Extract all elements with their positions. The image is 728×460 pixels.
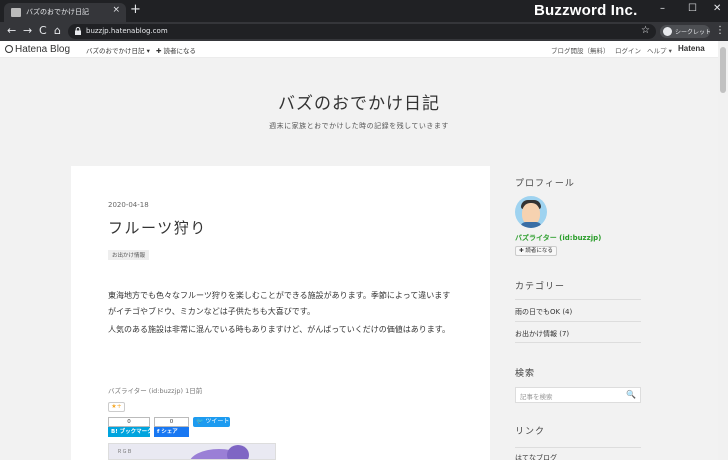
back-icon[interactable]: ←	[7, 24, 16, 38]
hatebu-button[interactable]: B! ブックマーク	[108, 427, 153, 437]
profile-heading: プロフィール	[515, 179, 575, 189]
category-item[interactable]: お出かけ情報 (7)	[515, 321, 641, 343]
new-tab-button[interactable]: +	[130, 3, 141, 17]
blog-title[interactable]: バズのおでかけ日記	[0, 89, 718, 114]
reader-button[interactable]: ✚ 読者になる	[515, 246, 557, 256]
author-line[interactable]: バズライター (id:buzzjp) 1日前	[108, 385, 202, 395]
hatena-bar: Hatena Blog バズのおでかけ日記 ▾ ✚ 読者になる ブログ開設（無料…	[0, 41, 718, 58]
profile-username[interactable]: バズライター (id:buzzjp)	[515, 233, 601, 243]
category-item[interactable]: 雨の日でもOK (4)	[515, 299, 641, 321]
facebook-share[interactable]: 0 f シェア	[154, 417, 189, 437]
scrollbar-thumb[interactable]	[720, 47, 726, 93]
subscribe-button[interactable]: ✚ 読者になる	[156, 45, 196, 55]
links-heading: リンク	[515, 427, 546, 437]
hatena-logo-icon	[5, 45, 13, 53]
article-card: 2020-04-18 フルーツ狩り お出かけ情報 東海地方でも色々なフルーツ狩り…	[71, 166, 490, 460]
lock-icon	[75, 27, 81, 35]
avatar[interactable]	[515, 196, 547, 228]
window-close-icon[interactable]: ✕	[713, 3, 721, 14]
browser-toolbar: ← → C ⌂ buzzjp.hatenablog.com ☆ シークレット ⋮	[0, 22, 728, 41]
browser-tab-strip: バズのおでかけ日記 × + Buzzword Inc. – ☐ ✕	[0, 0, 728, 22]
login-link[interactable]: ログイン	[615, 45, 641, 55]
search-input[interactable]: 記事を検索 🔍	[515, 387, 641, 403]
blog-description: 週末に家族とおでかけした時の記録を残していきます	[269, 122, 449, 130]
browser-menu-icon[interactable]: ⋮	[715, 25, 725, 36]
hatebu-count: 0	[108, 417, 150, 427]
thumbnail-shape	[227, 445, 249, 459]
thumbnail-text: ＲＧＢ	[117, 449, 133, 455]
address-bar[interactable]: buzzjp.hatenablog.com ☆	[68, 24, 656, 39]
bookmark-star-icon[interactable]: ☆	[641, 25, 650, 36]
link-item[interactable]: はてなブログ	[515, 447, 641, 460]
start-blog-link[interactable]: ブログ開設（無料）	[551, 45, 610, 55]
hatena-logo[interactable]: Hatena	[678, 44, 705, 53]
minimize-icon[interactable]: –	[660, 3, 665, 14]
incognito-label: シークレット	[675, 29, 712, 36]
avatar-body	[520, 222, 542, 228]
facebook-button[interactable]: f シェア	[154, 427, 189, 437]
maximize-icon[interactable]: ☐	[688, 3, 697, 14]
reload-icon[interactable]: C	[39, 24, 47, 38]
incognito-badge[interactable]: シークレット	[660, 25, 712, 38]
hatena-blog-logo[interactable]: Hatena Blog	[5, 44, 70, 55]
favicon-icon	[11, 8, 21, 17]
scrollbar[interactable]	[718, 41, 728, 460]
watermark-text: Buzzword Inc.	[534, 2, 638, 19]
blog-menu-button[interactable]: バズのおでかけ日記 ▾	[86, 45, 150, 55]
search-placeholder: 記事を検索	[520, 393, 553, 401]
facebook-count: 0	[154, 417, 189, 427]
help-menu[interactable]: ヘルプ ▾	[647, 45, 672, 55]
article-paragraph: 人気のある施設は非常に混んでいる時もありますけど、がんばっていくだけの価値はあり…	[108, 325, 450, 334]
star-button[interactable]: ★+	[108, 402, 125, 412]
article-title[interactable]: フルーツ狩り	[108, 217, 207, 238]
search-icon[interactable]: 🔍	[626, 390, 636, 399]
hatebu-share[interactable]: 0 B! ブックマーク	[108, 417, 153, 437]
search-heading: 検索	[515, 369, 536, 379]
category-tag[interactable]: お出かけ情報	[108, 250, 150, 260]
incognito-icon	[663, 27, 672, 36]
browser-tab[interactable]: バズのおでかけ日記 ×	[4, 3, 126, 22]
hatena-blog-logo-text: Hatena Blog	[15, 44, 71, 55]
tweet-button[interactable]: 🐦 ツイート	[193, 417, 230, 427]
tab-title: バズのおでかけ日記	[26, 8, 89, 16]
article-paragraph: 東海地方でも色々なフルーツ狩りを楽しむことができる施設があります。季節によって違…	[108, 291, 451, 316]
forward-icon[interactable]: →	[23, 24, 32, 38]
home-icon[interactable]: ⌂	[54, 24, 61, 38]
tab-close-icon[interactable]: ×	[112, 5, 120, 15]
article-date[interactable]: 2020-04-18	[108, 201, 149, 209]
category-heading: カテゴリー	[515, 282, 566, 292]
article-thumbnail[interactable]: ＲＧＢ	[108, 443, 276, 460]
url-text: buzzjp.hatenablog.com	[86, 27, 168, 35]
